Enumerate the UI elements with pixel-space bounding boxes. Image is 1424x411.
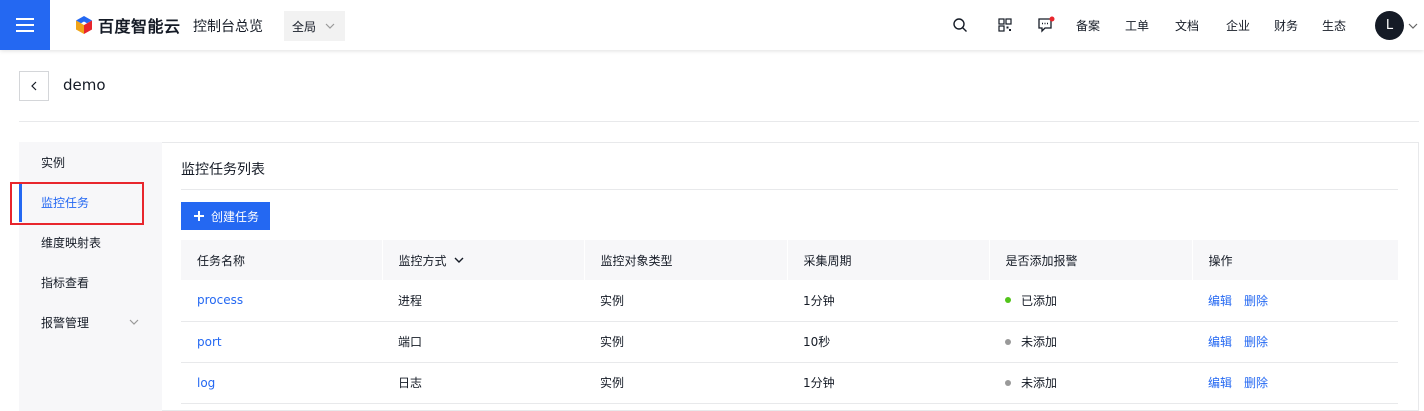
alarm-status: 未添加	[1005, 333, 1192, 350]
chevron-down-icon	[129, 319, 139, 325]
column-header-name: 任务名称	[181, 240, 383, 280]
menu-button[interactable]	[0, 0, 50, 50]
task-method: 进程	[382, 280, 584, 322]
chevron-left-icon	[31, 81, 37, 91]
column-header-object-type: 监控对象类型	[584, 240, 788, 280]
sidebar-item-label: 实例	[41, 155, 66, 170]
menu-icon-line	[16, 24, 34, 26]
qr-code-icon[interactable]	[995, 15, 1015, 35]
user-avatar[interactable]: L	[1375, 11, 1404, 40]
alarm-status-text: 已添加	[1021, 293, 1058, 308]
nav-link-ticket[interactable]: 工单	[1125, 17, 1149, 34]
table-row: port 端口 实例 10秒 未添加 编辑 删除	[181, 321, 1398, 363]
task-period: 1分钟	[787, 280, 989, 322]
delete-link[interactable]: 删除	[1244, 376, 1268, 390]
region-select[interactable]: 全局	[284, 11, 345, 41]
cube-logo-icon	[76, 16, 92, 34]
section-divider	[181, 189, 1398, 190]
sidebar-item-metrics[interactable]: 指标查看	[19, 262, 162, 302]
sidebar-item-alarm-management[interactable]: 报警管理	[19, 302, 162, 342]
main-panel: 监控任务列表 创建任务 任务名称 监控方式 监控对象类型 采集周期 是否添加报警…	[162, 142, 1419, 411]
column-header-alarm: 是否添加报警	[989, 240, 1193, 280]
sidebar-item-label: 维度映射表	[41, 235, 102, 250]
task-name-link[interactable]: log	[197, 376, 215, 390]
column-header-period: 采集周期	[787, 240, 990, 280]
message-icon[interactable]	[1036, 15, 1056, 35]
alarm-status-text: 未添加	[1021, 376, 1058, 390]
task-name-link[interactable]: port	[197, 335, 222, 349]
edit-link[interactable]: 编辑	[1208, 294, 1232, 308]
header-divider	[19, 121, 1419, 122]
task-name-link[interactable]: process	[197, 293, 243, 307]
delete-link[interactable]: 删除	[1244, 294, 1268, 308]
create-task-label: 创建任务	[211, 209, 260, 224]
column-header-method[interactable]: 监控方式	[382, 240, 585, 280]
plus-icon	[194, 211, 204, 221]
brand-logo[interactable]: 百度智能云	[74, 14, 181, 36]
sidebar-item-dimension-map[interactable]: 维度映射表	[19, 222, 162, 262]
status-dot	[1005, 338, 1011, 345]
task-object-type: 实例	[584, 362, 787, 404]
console-overview-link[interactable]: 控制台总览	[193, 16, 263, 36]
top-bar: 百度智能云 控制台总览 全局 备案 工单 文档 企业 财务 生态 L	[0, 0, 1424, 50]
nav-link-beian[interactable]: 备案	[1076, 17, 1100, 34]
alarm-status-text: 未添加	[1021, 335, 1058, 349]
alarm-status: 已添加	[1005, 292, 1192, 309]
delete-link[interactable]: 删除	[1244, 335, 1268, 349]
column-header-label: 监控方式	[398, 253, 447, 268]
status-dot	[1005, 297, 1011, 304]
task-method: 端口	[382, 321, 584, 363]
task-table: 任务名称 监控方式 监控对象类型 采集周期 是否添加报警 操作 process …	[181, 240, 1398, 404]
region-value: 全局	[292, 19, 317, 34]
edit-link[interactable]: 编辑	[1208, 335, 1232, 349]
sidebar-item-label: 监控任务	[41, 195, 90, 210]
create-task-button[interactable]: 创建任务	[181, 202, 270, 230]
search-icon[interactable]	[950, 15, 970, 35]
task-method: 日志	[382, 362, 584, 404]
task-object-type: 实例	[584, 280, 787, 322]
column-header-actions: 操作	[1192, 240, 1398, 280]
page-title: demo	[63, 76, 106, 94]
nav-link-enterprise[interactable]: 企业	[1226, 17, 1250, 34]
alarm-status: 未添加	[1005, 374, 1192, 391]
status-dot	[1005, 379, 1011, 386]
edit-link[interactable]: 编辑	[1208, 376, 1232, 390]
nav-link-finance[interactable]: 财务	[1274, 17, 1298, 34]
task-period: 10秒	[787, 321, 989, 363]
task-period: 1分钟	[787, 362, 989, 404]
table-header-row: 任务名称 监控方式 监控对象类型 采集周期 是否添加报警 操作	[181, 240, 1398, 280]
back-button[interactable]	[19, 71, 49, 101]
chevron-down-icon[interactable]	[453, 254, 465, 266]
task-object-type: 实例	[584, 321, 787, 363]
menu-icon-line	[16, 18, 34, 20]
sidebar-item-monitor-tasks[interactable]: 监控任务	[19, 182, 162, 222]
nav-link-docs[interactable]: 文档	[1175, 17, 1199, 34]
section-title: 监控任务列表	[181, 162, 265, 178]
table-row: process 进程 实例 1分钟 已添加 编辑 删除	[181, 280, 1398, 322]
table-row: log 日志 实例 1分钟 未添加 编辑 删除	[181, 362, 1398, 404]
sidebar-item-label: 报警管理	[41, 315, 90, 330]
chevron-down-icon	[325, 23, 335, 29]
side-navigation: 实例 监控任务 维度映射表 指标查看 报警管理	[19, 142, 162, 411]
menu-icon-line	[16, 30, 34, 32]
brand-name: 百度智能云	[98, 17, 181, 36]
nav-link-ecosystem[interactable]: 生态	[1322, 17, 1346, 34]
chevron-down-icon[interactable]	[1407, 20, 1419, 32]
sidebar-item-label: 指标查看	[41, 275, 90, 290]
sidebar-item-instances[interactable]: 实例	[19, 142, 162, 182]
